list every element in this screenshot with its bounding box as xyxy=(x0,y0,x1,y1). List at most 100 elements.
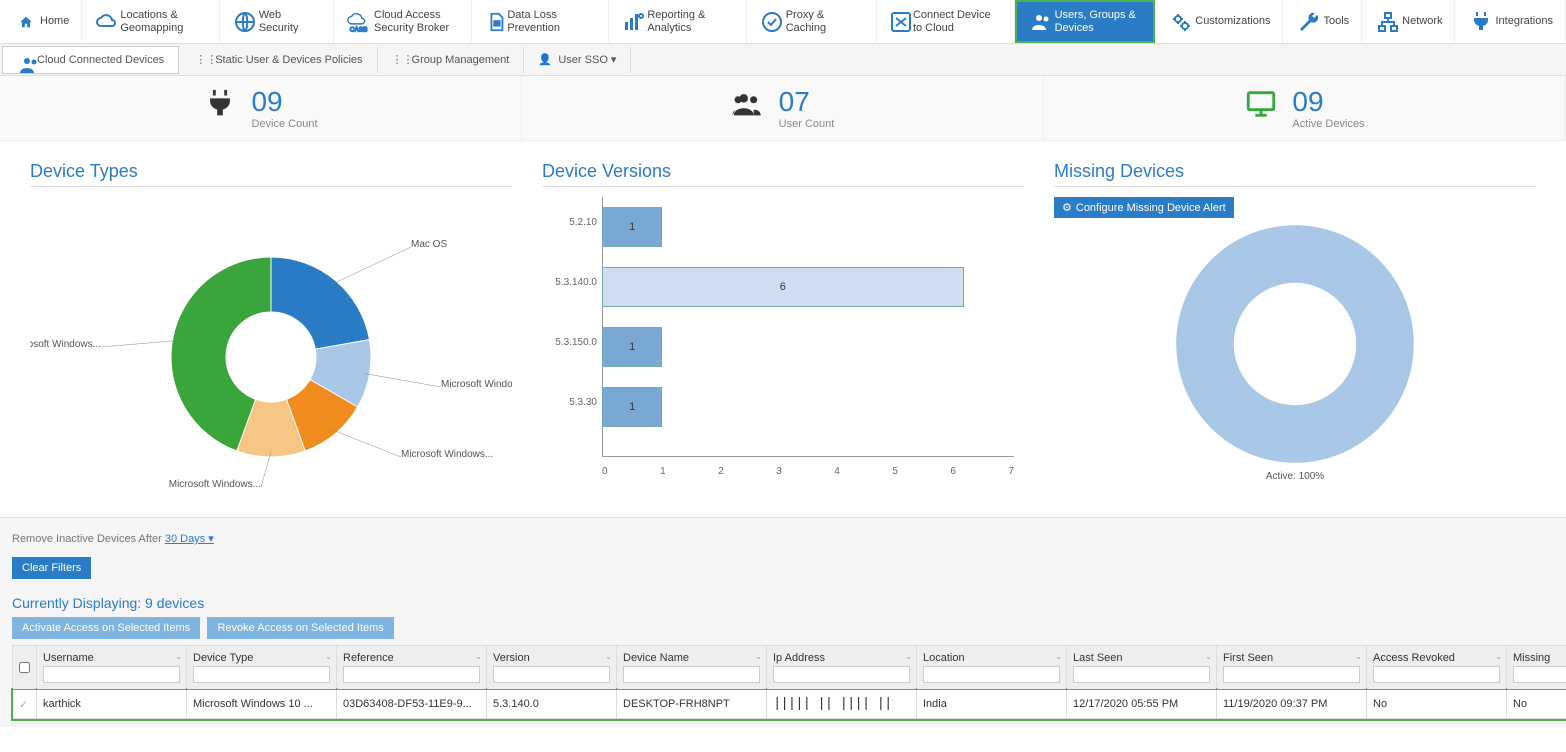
cell: 12/17/2020 05:55 PM xyxy=(1067,690,1217,719)
col-version[interactable]: Version⌄ xyxy=(487,646,617,690)
svg-text:Microsoft Windows...: Microsoft Windows... xyxy=(401,449,493,460)
remove-inactive-text: Remove Inactive Devices After 30 Days ▾ xyxy=(12,526,1554,551)
filter-input[interactable] xyxy=(1223,666,1360,683)
sort-icon[interactable]: ⌄ xyxy=(325,652,332,661)
cell: DESKTOP-FRH8NPT xyxy=(617,690,767,719)
panel-title: Missing Devices xyxy=(1054,161,1536,187)
proxy-icon xyxy=(759,8,786,36)
subnav-label: Static User & Devices Policies xyxy=(215,54,362,66)
col-access-revoked[interactable]: Access Revoked⌄ xyxy=(1367,646,1507,690)
col-location[interactable]: Location⌄ xyxy=(917,646,1067,690)
checkmark-icon: ✓ xyxy=(19,699,28,711)
connect-icon xyxy=(889,8,913,36)
col-label: Missing⌄ xyxy=(1513,652,1566,664)
topnav-item-network[interactable]: Network xyxy=(1362,0,1455,43)
stat-label: User Count xyxy=(779,118,835,130)
col-reference[interactable]: Reference⌄ xyxy=(337,646,487,690)
sort-icon[interactable]: ⌄ xyxy=(1055,652,1062,661)
topnav-item-data-loss-prevention[interactable]: Data Loss Prevention xyxy=(472,0,610,43)
sort-icon[interactable]: ⌄ xyxy=(175,652,182,661)
sort-icon[interactable]: ⌄ xyxy=(905,652,912,661)
bar-row: 1 xyxy=(602,317,1024,377)
col-label: Last Seen⌄ xyxy=(1073,652,1210,664)
nav-label: Reporting & Analytics xyxy=(647,9,734,33)
ip-barcode: ||||| || |||| || xyxy=(773,696,891,712)
filter-input[interactable] xyxy=(623,666,760,683)
filter-input[interactable] xyxy=(193,666,330,683)
bars-icon xyxy=(621,8,647,36)
activate-access-button[interactable]: Activate Access on Selected Items xyxy=(12,617,200,639)
remove-days-dropdown[interactable]: 30 Days ▾ xyxy=(165,533,214,545)
subnav-group-management[interactable]: ⋮⋮Group Management xyxy=(378,47,525,73)
topnav-item-locations-geomapping[interactable]: Locations & Geomapping xyxy=(82,0,220,43)
revoke-access-button[interactable]: Revoke Access on Selected Items xyxy=(207,617,393,639)
panel-title: Device Versions xyxy=(542,161,1024,187)
topnav-item-reporting-analytics[interactable]: Reporting & Analytics xyxy=(609,0,747,43)
filter-input[interactable] xyxy=(493,666,610,683)
subnav-user-sso[interactable]: 👤User SSO ▾ xyxy=(524,47,631,73)
bar: 1 xyxy=(602,207,662,247)
filter-input[interactable] xyxy=(773,666,910,683)
table-row[interactable]: ✓karthickMicrosoft Windows 10 ...03D6340… xyxy=(13,690,1566,719)
monitor-icon xyxy=(1244,87,1278,129)
bar: 1 xyxy=(602,387,662,427)
stat-value: 09 xyxy=(1292,86,1364,118)
cell: No xyxy=(1367,690,1507,719)
filter-input[interactable] xyxy=(343,666,480,683)
nav-label: Web Security xyxy=(259,9,321,33)
col-first-seen[interactable]: First Seen⌄ xyxy=(1217,646,1367,690)
bar-category: 5.3.150.0 xyxy=(542,337,597,348)
svg-text:Microsoft Windows...: Microsoft Windows... xyxy=(30,339,101,350)
cloud-icon xyxy=(94,8,120,36)
chart-row: Device Types Mac OSMicrosoft Windows...M… xyxy=(0,141,1566,517)
topnav-item-proxy-caching[interactable]: Proxy & Caching xyxy=(747,0,877,43)
subnav-label: User SSO ▾ xyxy=(558,53,616,66)
configure-alert-button[interactable]: ⚙ Configure Missing Device Alert xyxy=(1054,197,1234,218)
subnav-cloud-connected-devices[interactable]: Cloud Connected Devices xyxy=(2,46,179,74)
topnav-item-users-groups-devices[interactable]: Users, Groups & Devices xyxy=(1015,0,1156,43)
nav-label: Locations & Geomapping xyxy=(120,9,207,33)
topnav-item-customizations[interactable]: Customizations xyxy=(1155,0,1283,43)
svg-text:Microsoft Windows...: Microsoft Windows... xyxy=(169,479,261,490)
topnav-item-connect-device-to-cloud[interactable]: Connect Device to Cloud xyxy=(877,0,1015,43)
panel-title: Device Types xyxy=(30,161,512,187)
col-label: Device Name⌄ xyxy=(623,652,760,664)
users-icon xyxy=(731,87,765,129)
sort-icon[interactable]: ⌄ xyxy=(1495,652,1502,661)
filter-input[interactable] xyxy=(1073,666,1210,683)
topnav-item-integrations[interactable]: Integrations xyxy=(1455,0,1565,43)
sort-icon[interactable]: ⌄ xyxy=(755,652,762,661)
select-all-checkbox[interactable] xyxy=(19,661,30,674)
sort-icon[interactable]: ⌄ xyxy=(475,652,482,661)
globe-icon xyxy=(232,8,259,36)
col-username[interactable]: Username⌄ xyxy=(37,646,187,690)
top-nav: Home Locations & Geomapping Web Security CA… xyxy=(0,0,1566,44)
filter-input[interactable] xyxy=(1373,666,1500,683)
home-icon xyxy=(12,8,40,36)
plug-icon xyxy=(203,87,237,129)
button-label: Configure Missing Device Alert xyxy=(1076,202,1226,214)
col-last-seen[interactable]: Last Seen⌄ xyxy=(1067,646,1217,690)
col-ip-address[interactable]: Ip Address⌄ xyxy=(767,646,917,690)
cell: 03D63408-DF53-11E9-9... xyxy=(337,690,487,719)
stat-user-count: 07 User Count xyxy=(522,76,1044,140)
topnav-item-tools[interactable]: Tools xyxy=(1283,0,1362,43)
topnav-item-web-security[interactable]: Web Security xyxy=(220,0,334,43)
topnav-item-home[interactable]: Home xyxy=(0,0,82,43)
filter-input[interactable] xyxy=(923,666,1060,683)
sort-icon[interactable]: ⌄ xyxy=(605,652,612,661)
col-device-name[interactable]: Device Name⌄ xyxy=(617,646,767,690)
clear-filters-button[interactable]: Clear Filters xyxy=(12,557,91,579)
sort-icon[interactable]: ⌄ xyxy=(1205,652,1212,661)
col-device-type[interactable]: Device Type⌄ xyxy=(187,646,337,690)
bar-chart: 5.2.1015.3.140.065.3.150.015.3.301012345… xyxy=(542,197,1024,477)
svg-text:Microsoft Windows...: Microsoft Windows... xyxy=(441,379,512,390)
sort-icon[interactable]: ⌄ xyxy=(1355,652,1362,661)
ring-label: Active: 100% xyxy=(1054,471,1536,482)
col-missing[interactable]: Missing⌄ xyxy=(1507,646,1566,690)
bar-category: 5.3.140.0 xyxy=(542,277,597,288)
filter-input[interactable] xyxy=(43,666,180,683)
filter-input[interactable] xyxy=(1513,666,1566,683)
topnav-item-cloud-access-security-broker[interactable]: CASBCloud Access Security Broker xyxy=(334,0,472,43)
subnav-static-user-devices-policies[interactable]: ⋮⋮Static User & Devices Policies xyxy=(181,47,377,73)
